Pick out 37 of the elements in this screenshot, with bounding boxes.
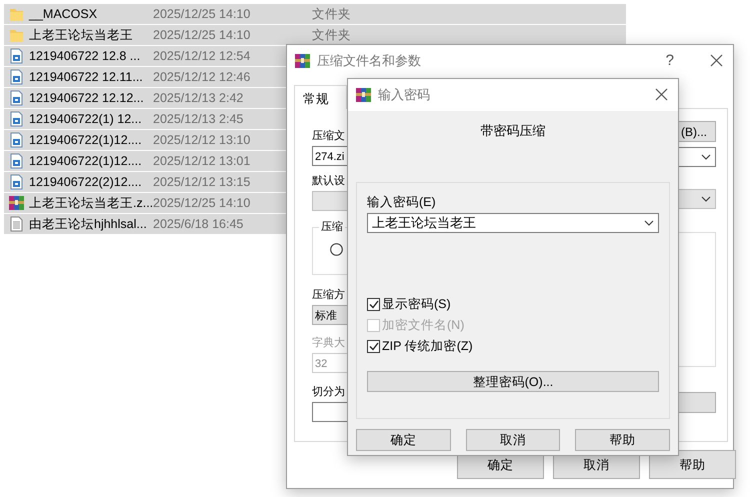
file-date: 2025/12/12 13:10 <box>153 132 250 147</box>
field-label: 压缩方 <box>312 288 346 303</box>
field-label: 输入密码(E) <box>367 194 437 210</box>
field-value: 上老王论坛当老王 <box>372 214 476 232</box>
file-name: 由老王论坛hjhhlsal... <box>29 216 148 233</box>
file-date: 2025/12/12 13:15 <box>153 174 250 189</box>
file-name: 1219406722 12.11... <box>29 68 144 86</box>
file-date: 2025/12/12 12:46 <box>153 70 250 84</box>
file-date: 2025/12/13 2:45 <box>153 112 244 126</box>
file-name: 1219406722(1)12.... <box>29 132 143 149</box>
file-date: 2025/6/18 16:45 <box>153 216 244 231</box>
file-type: 文件夹 <box>312 26 351 44</box>
file-name: 1219406722 12.12... <box>29 90 145 107</box>
window-title: 压缩文件名和参数 <box>317 52 421 70</box>
window-title: 输入密码 <box>378 86 430 104</box>
field-label: 默认设 <box>312 174 346 189</box>
file-date: 2025/12/25 14:10 <box>153 28 250 42</box>
file-date: 2025/12/13 2:42 <box>153 90 244 105</box>
file-name: 上老王论坛当老王 <box>29 26 134 44</box>
file-name: 1219406722(2)12.... <box>29 174 143 191</box>
dialog-heading: 带密码压缩 <box>480 123 546 139</box>
file-date: 2025/12/25 14:10 <box>153 6 250 21</box>
file-date: 2025/12/12 12:54 <box>153 48 250 63</box>
file-name: 上老王论坛当老王.z... <box>29 194 153 212</box>
file-name: 1219406722(1) 12... <box>29 110 143 128</box>
file-name: 1219406722(1)12.... <box>29 152 143 170</box>
file-date: 2025/12/25 14:10 <box>153 196 250 210</box>
checkbox-label: 加密文件名(N) <box>382 317 464 334</box>
file-type: 文件夹 <box>312 6 351 23</box>
field-label: 压缩文 <box>312 128 346 144</box>
file-date: 2025/12/12 13:01 <box>153 154 250 168</box>
file-name: 1219406722 12.8 ... <box>29 48 142 65</box>
checkbox-label: ZIP 传统加密(Z) <box>382 338 473 356</box>
field-label: 切分为 <box>312 385 346 400</box>
checkbox-label: 显示密码(S) <box>382 296 451 314</box>
field-label: 字典大 <box>312 336 346 351</box>
file-name: __MACOSX <box>29 6 98 23</box>
